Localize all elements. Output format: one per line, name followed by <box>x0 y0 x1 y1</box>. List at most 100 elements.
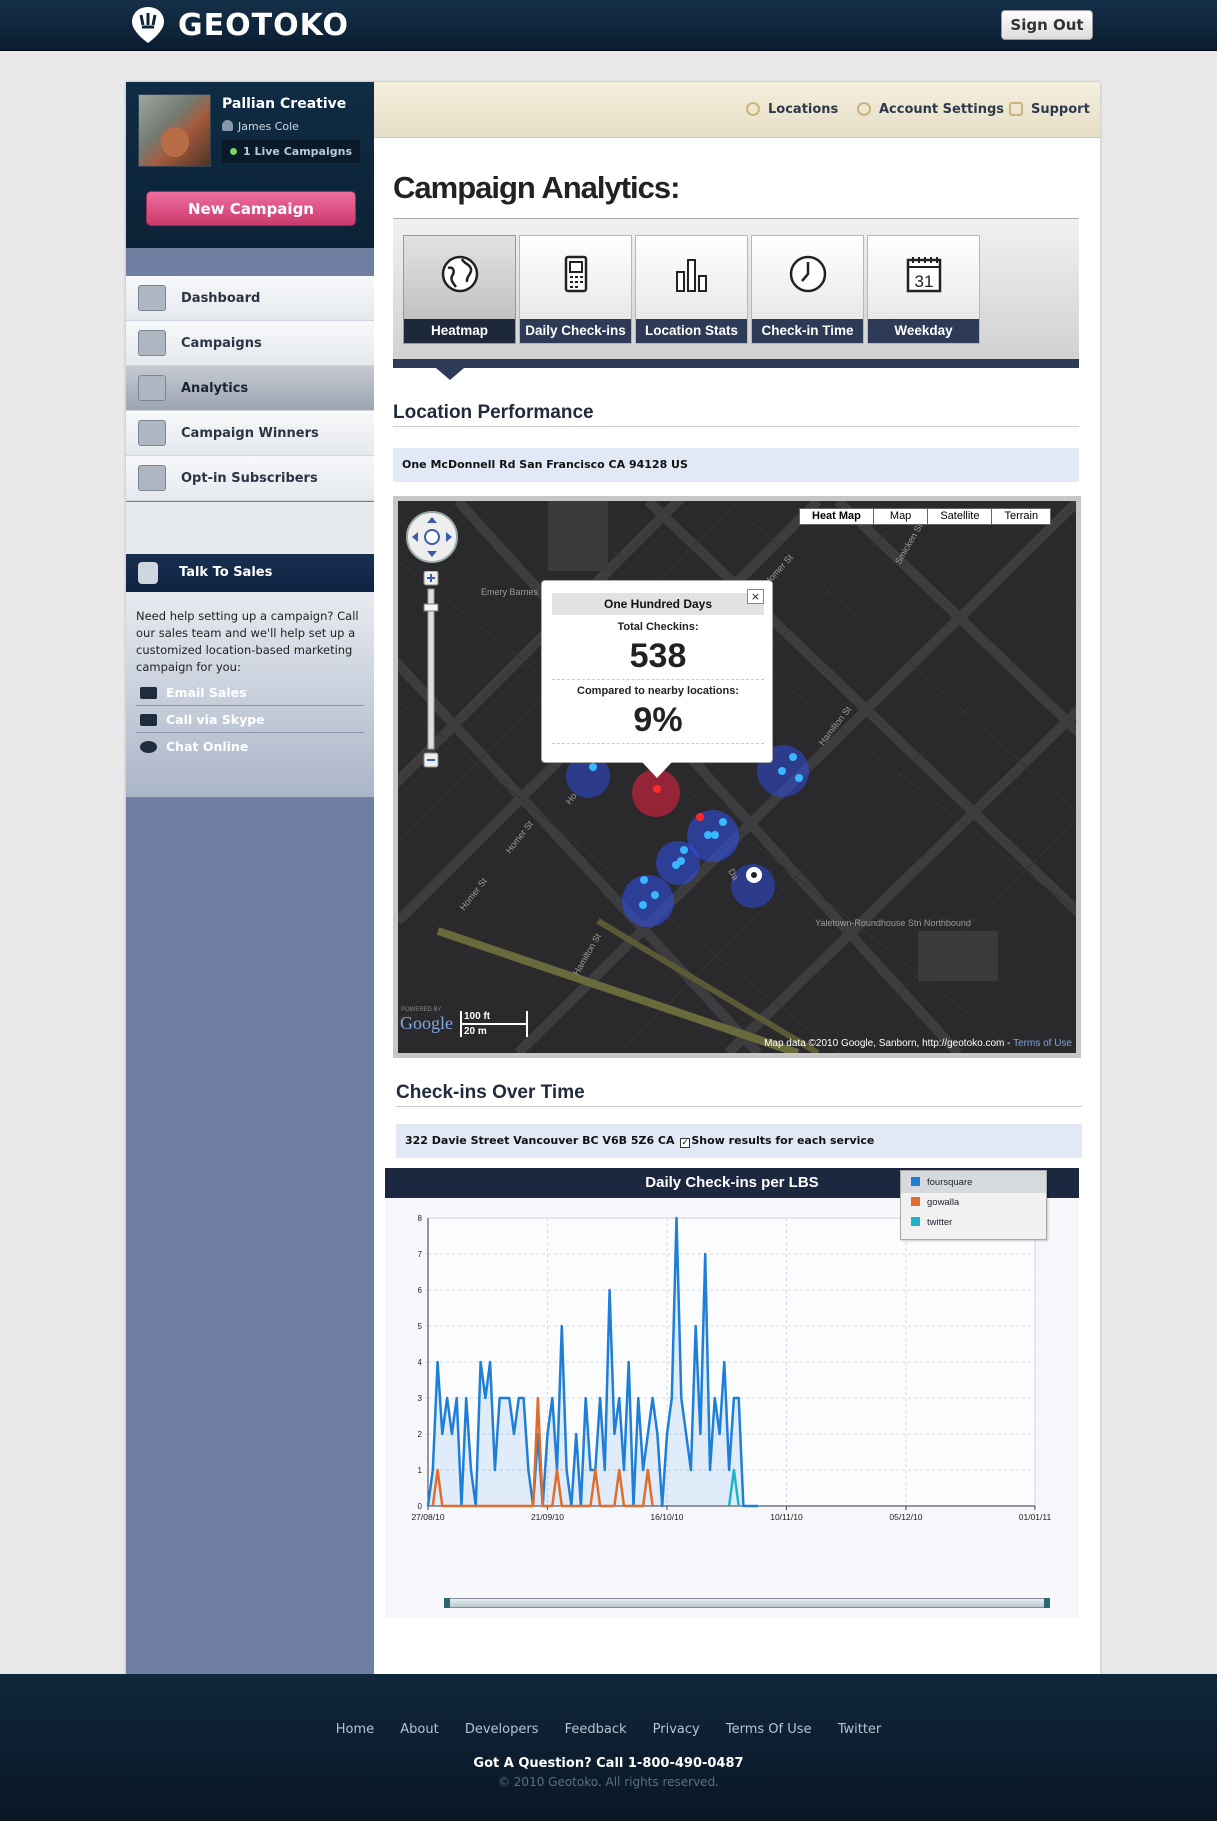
medal-icon <box>138 420 166 446</box>
scroller-handle-left[interactable] <box>444 1598 450 1608</box>
zoom-slider[interactable] <box>423 570 439 771</box>
geotoko-logo[interactable]: GEOTOKO <box>130 5 349 45</box>
heat-map[interactable]: Homer St Hamilton St Homer St Homer St H… <box>393 496 1081 1058</box>
telephone-icon <box>140 714 157 726</box>
location-pin-icon <box>746 102 760 116</box>
sidebar-item-label: Analytics <box>181 381 249 396</box>
clock-icon <box>789 255 827 293</box>
user-icon <box>222 120 233 131</box>
calendar-day-text: 31 <box>915 272 934 291</box>
legend-swatch <box>911 1197 920 1206</box>
email-sales-link[interactable]: Email Sales <box>136 680 364 706</box>
total-checkins-label: Total Checkins: <box>617 621 699 633</box>
phone-icon <box>138 562 158 584</box>
sidebar-item-opt-in-subscribers[interactable]: Opt-in Subscribers <box>126 456 374 501</box>
section-divider <box>396 1106 1082 1107</box>
new-campaign-button[interactable]: New Campaign <box>146 191 356 226</box>
terms-of-use-link[interactable]: Terms of Use <box>1013 1038 1072 1049</box>
support-link[interactable]: Support <box>1009 102 1090 117</box>
popup-close-icon[interactable]: × <box>747 589 764 604</box>
total-checkins-value: 538 <box>629 637 687 675</box>
people-icon <box>138 465 166 491</box>
x-tick-label: 10/11/10 <box>770 1512 803 1522</box>
footer-link-home[interactable]: Home <box>336 1722 374 1737</box>
tab-heatmap[interactable]: Heatmap <box>403 235 516 344</box>
y-tick-label: 1 <box>418 1466 423 1475</box>
legend-swatch <box>911 1217 920 1226</box>
footer-copyright: © 2010 Geotoko. All rights reserved. <box>497 1775 719 1789</box>
footer-links: Home About Developers Feedback Privacy T… <box>0 1722 1217 1737</box>
main-content: Locations Account Settings Support Campa… <box>374 82 1100 1674</box>
tab-weekday[interactable]: 31 Weekday <box>867 235 980 344</box>
tab-label: Daily Check-ins <box>520 319 631 343</box>
legend-item-gowalla[interactable]: gowalla <box>911 1197 959 1208</box>
profile-panel: Pallian Creative James Cole 1 Live Campa… <box>126 82 374 248</box>
graph-icon <box>138 375 166 401</box>
location-popup: One Hundred Days × Total Checkins: 538 C… <box>541 580 773 778</box>
tab-daily-check-ins[interactable]: Daily Check-ins <box>519 235 632 344</box>
tab-label: Check-in Time <box>752 319 863 343</box>
chat-bubble-icon <box>140 741 157 753</box>
footer-link-privacy[interactable]: Privacy <box>653 1722 700 1737</box>
sidebar-item-label: Opt-in Subscribers <box>181 471 318 486</box>
footer-link-terms[interactable]: Terms Of Use <box>726 1722 812 1737</box>
legend-item-foursquare[interactable]: foursquare <box>911 1177 972 1188</box>
page-title: Campaign Analytics: <box>393 170 680 205</box>
envelope-icon <box>140 687 157 699</box>
legend-item-twitter[interactable]: twitter <box>911 1217 952 1228</box>
comparison-value: 9% <box>633 701 683 739</box>
location-address: One McDonnell Rd San Francisco CA 94128 … <box>393 448 1079 482</box>
map-type-terrain[interactable]: Terrain <box>991 508 1052 525</box>
sidebar-item-label: Campaigns <box>181 336 262 351</box>
map-type-satellite[interactable]: Satellite <box>927 508 993 525</box>
sign-out-button[interactable]: Sign Out <box>1001 10 1093 40</box>
footer-link-feedback[interactable]: Feedback <box>565 1722 627 1737</box>
sidebar-item-campaigns[interactable]: Campaigns <box>126 321 374 366</box>
y-tick-label: 6 <box>418 1286 423 1295</box>
talk-description: Need help setting up a campaign? Call ou… <box>136 609 359 674</box>
footer-link-twitter[interactable]: Twitter <box>838 1722 882 1737</box>
live-dot-icon <box>230 148 237 155</box>
map-type-heat-map[interactable]: Heat Map <box>799 508 874 525</box>
scroller-handle-right[interactable] <box>1044 1598 1050 1608</box>
sidebar-item-analytics[interactable]: Analytics <box>126 366 374 411</box>
footer-link-developers[interactable]: Developers <box>465 1722 539 1737</box>
account-settings-text: Account Settings <box>879 102 1005 117</box>
top-bar: GEOTOKO Sign Out <box>0 0 1217 51</box>
chat-online-link[interactable]: Chat Online <box>136 734 364 760</box>
show-results-checkbox[interactable]: ✓ <box>680 1138 691 1148</box>
live-campaigns-text: 1 Live Campaigns <box>243 145 353 158</box>
locations-link[interactable]: Locations <box>746 102 838 117</box>
footer-link-about[interactable]: About <box>400 1722 438 1737</box>
y-tick-label: 5 <box>418 1322 423 1331</box>
map-type-map[interactable]: Map <box>872 508 929 525</box>
legend-swatch <box>911 1177 920 1186</box>
chart-range-scroller[interactable] <box>444 1598 1050 1608</box>
checkins-address: 322 Davie Street Vancouver BC V6B 5Z6 CA <box>405 1134 675 1147</box>
user-name-text: James Cole <box>238 120 299 133</box>
account-settings-link[interactable]: Account Settings <box>857 102 1004 117</box>
active-tab-arrow-icon <box>436 368 464 380</box>
map-type-selector: Heat Map Map Satellite Terrain <box>799 508 1052 525</box>
sidebar-menu: Dashboard Campaigns Analytics Campaign W… <box>126 276 374 501</box>
company-name: Pallian Creative <box>222 96 347 112</box>
popup-divider <box>552 743 764 744</box>
tab-label: Location Stats <box>636 319 747 343</box>
popup-divider <box>552 679 764 680</box>
gear-icon <box>857 102 871 116</box>
google-logo[interactable]: Google <box>400 1013 453 1034</box>
chat-online-text: Chat Online <box>166 739 249 754</box>
x-tick-label: 21/09/10 <box>531 1512 564 1522</box>
pan-control[interactable] <box>406 511 458 563</box>
checkins-location-bar: 322 Davie Street Vancouver BC V6B 5Z6 CA… <box>396 1124 1082 1158</box>
y-tick-label: 3 <box>418 1394 423 1403</box>
call-via-skype-link[interactable]: Call via Skype <box>136 707 364 733</box>
check-ins-over-time-title: Check-ins Over Time <box>396 1082 585 1103</box>
place-label: Yaletown-Roundhouse Stn Northbound <box>815 918 971 928</box>
tab-location-stats[interactable]: Location Stats <box>635 235 748 344</box>
sidebar-item-dashboard[interactable]: Dashboard <box>126 276 374 321</box>
tab-check-in-time[interactable]: Check-in Time <box>751 235 864 344</box>
sidebar-item-campaign-winners[interactable]: Campaign Winners <box>126 411 374 456</box>
talk-to-sales-panel: Need help setting up a campaign? Call ou… <box>126 592 374 797</box>
live-campaigns-badge[interactable]: 1 Live Campaigns <box>222 140 360 163</box>
